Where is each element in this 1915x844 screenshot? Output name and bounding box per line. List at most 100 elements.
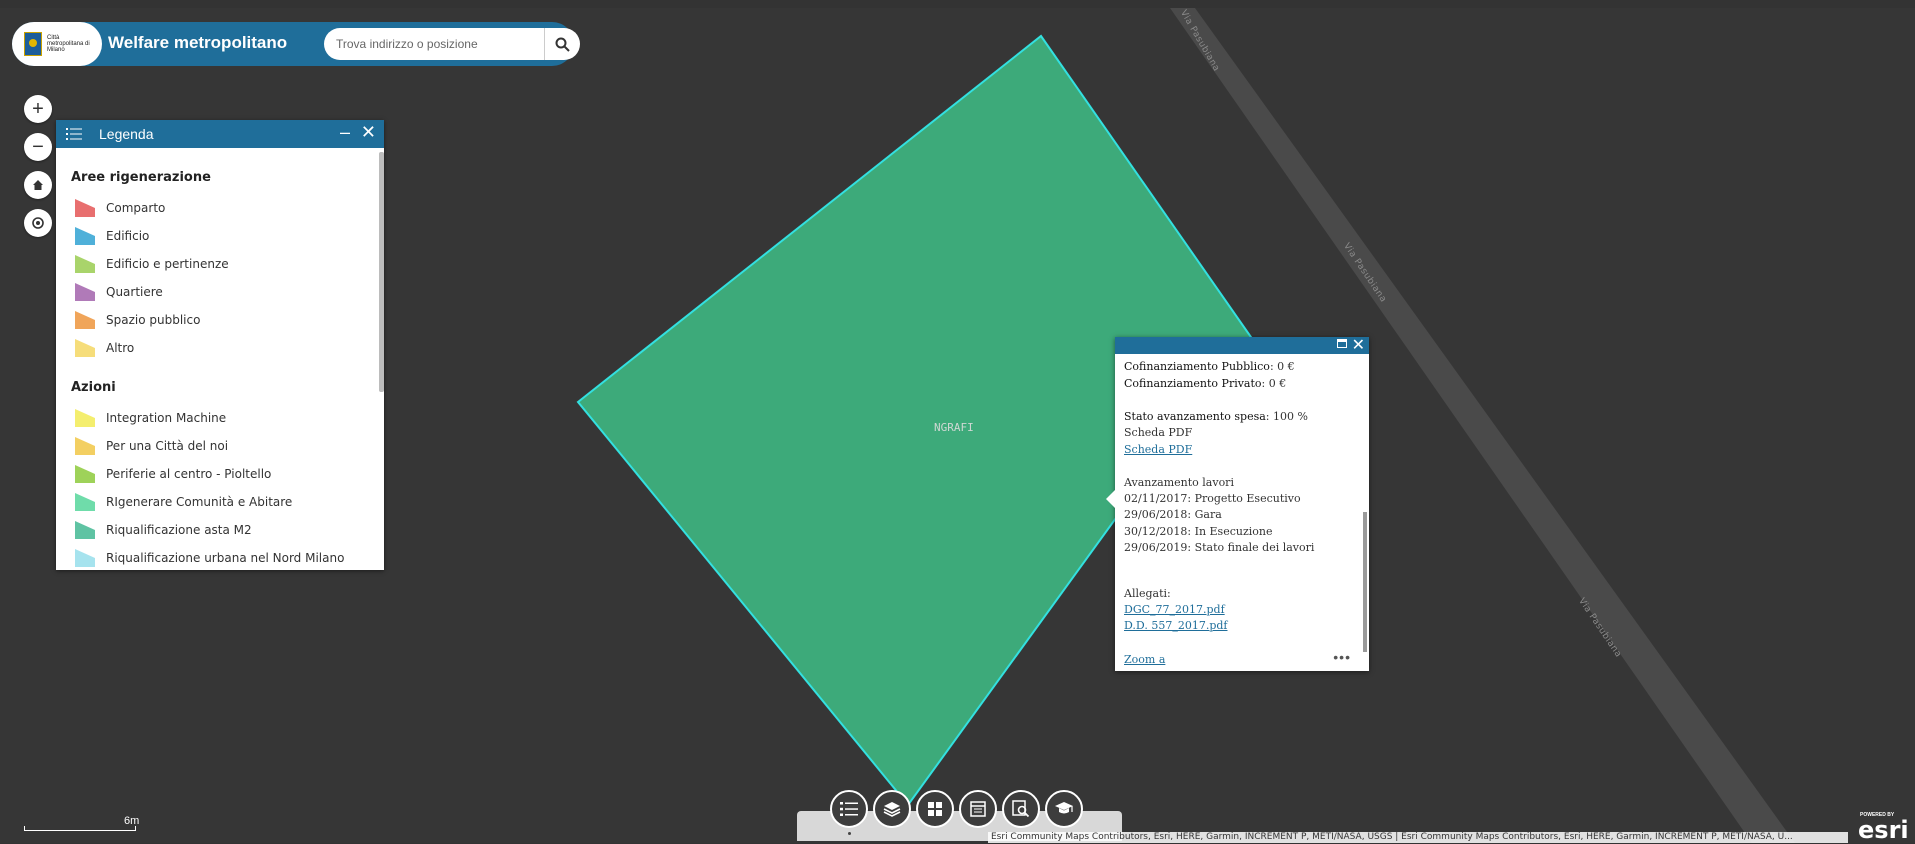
esri-logo: esri (1858, 816, 1909, 844)
locate-button[interactable] (24, 209, 52, 237)
legend-item: RIgenerare Comunità e Abitare (75, 492, 292, 512)
popup-scrollbar[interactable] (1363, 512, 1367, 652)
legend-item: Quartiere (75, 282, 163, 302)
parcel-label: NGRAFI (934, 421, 974, 434)
legend-item-label: RIgenerare Comunità e Abitare (106, 495, 293, 509)
legend-item-label: Riqualificazione urbana nel Nord Milano (106, 551, 345, 565)
legend-item: Comparto (75, 198, 165, 218)
legend-item-label: Spazio pubblico (106, 313, 201, 327)
maximize-icon[interactable] (1337, 339, 1347, 348)
legend-swatch (75, 339, 95, 357)
logo-text: Città metropolitana di Milano (47, 35, 90, 53)
avanzamento-item: 30/12/2018: In Esecuzione (1124, 525, 1273, 538)
legend-item: Spazio pubblico (75, 310, 200, 330)
legend-item-label: Periferie al centro - Pioltello (106, 467, 272, 481)
popup-titlebar: ✕ (1115, 337, 1369, 354)
about-tool-button[interactable] (1045, 790, 1083, 828)
legend-swatch (75, 437, 95, 455)
legend-content: Aree rigenerazione Comparto Edificio Edific… (56, 148, 378, 570)
legend-panel: Legenda – ✕ Aree rigenerazione Comparto Ed… (56, 120, 384, 570)
home-icon (33, 180, 43, 190)
legend-swatch (75, 199, 95, 217)
legend-swatch (75, 465, 95, 483)
allegato-link[interactable]: DGC_77_2017.pdf (1124, 603, 1225, 616)
legend-item: Per una Città del noi (75, 436, 228, 456)
close-icon[interactable]: ✕ (361, 122, 376, 143)
zoom-out-button[interactable]: − (24, 133, 52, 161)
search-input[interactable] (324, 28, 544, 60)
allegato-link[interactable]: D.D. 557_2017.pdf (1124, 619, 1228, 632)
legend-item: Edificio (75, 226, 149, 246)
more-icon[interactable]: ••• (1333, 649, 1351, 665)
stato-avanzamento: Stato avanzamento spesa: 100 % (1124, 410, 1308, 423)
allegato-row: DGC_77_2017.pdf (1124, 603, 1225, 616)
legend-item-label: Riqualificazione asta M2 (106, 523, 252, 537)
legend-title: Legenda (99, 126, 154, 142)
legend-tool-button[interactable] (830, 790, 868, 828)
legend-item-label: Comparto (106, 201, 166, 215)
legend-item-label: Edificio e pertinenze (106, 257, 229, 271)
table-icon (970, 801, 986, 817)
layers-icon (883, 802, 901, 817)
plus-icon: + (32, 97, 44, 120)
avanzamento-label: Avanzamento lavori (1124, 476, 1234, 489)
seal-icon (24, 32, 42, 56)
legend-scrollbar[interactable] (379, 152, 384, 392)
legend-swatch (75, 521, 95, 539)
logo[interactable]: Città metropolitana di Milano (12, 22, 102, 66)
legend-item-label: Altro (106, 341, 135, 355)
scheda-pdf-link[interactable]: Scheda PDF (1124, 443, 1192, 456)
search-icon (555, 37, 570, 52)
zoom-to-link[interactable]: Zoom a (1124, 653, 1165, 666)
legend-item-label: Integration Machine (106, 411, 227, 425)
legend-item-label: Quartiere (106, 285, 163, 299)
list-icon (66, 128, 82, 140)
app-header: Città metropolitana di Milano Welfare me… (12, 22, 580, 66)
legend-swatch (75, 549, 95, 567)
scheda-link-row: Scheda PDF (1124, 443, 1192, 456)
legend-item: Riqualificazione asta M2 (75, 520, 252, 540)
attribution: Esri Community Maps Contributors, Esri, … (988, 832, 1848, 843)
legend-swatch (75, 255, 95, 273)
allegati-label: Allegati: (1124, 587, 1171, 600)
app-title: Welfare metropolitano (108, 33, 288, 52)
legend-swatch (75, 227, 95, 245)
cofinanziamento-privato: Cofinanziamento Privato: 0 € (1124, 377, 1287, 390)
query-tool-button[interactable] (1002, 790, 1040, 828)
legend-item: Altro (75, 338, 134, 358)
home-button[interactable] (24, 171, 52, 199)
layers-tool-button[interactable] (873, 790, 911, 828)
popup-pointer (1106, 490, 1115, 508)
minus-icon: − (32, 135, 44, 158)
feature-popup: ✕ Cofinanziamento Pubblico: 0 € Cofinanz… (1106, 337, 1369, 671)
legend-section-title: Aree rigenerazione (71, 170, 211, 185)
legend-item: Riqualificazione urbana nel Nord Milano (75, 548, 344, 568)
graduation-cap-icon (1055, 802, 1073, 814)
table-tool-button[interactable] (959, 790, 997, 828)
legend-item-label: Edificio (106, 229, 150, 243)
legend-section-title: Azioni (71, 380, 116, 395)
legend-titlebar: Legenda – ✕ (56, 120, 384, 148)
legend-swatch (75, 409, 95, 427)
scheda-label: Scheda PDF (1124, 426, 1193, 439)
search-button[interactable] (544, 28, 580, 60)
cofinanziamento-pubblico: Cofinanziamento Pubblico: 0 € (1124, 360, 1295, 373)
basemap-tool-button[interactable] (916, 790, 954, 828)
legend-swatch (75, 283, 95, 301)
list-icon (840, 802, 858, 816)
close-icon[interactable]: ✕ (1352, 335, 1365, 355)
toolbar-indicator (848, 832, 851, 835)
legend-item: Integration Machine (75, 408, 226, 428)
zoom-row: Zoom a (1124, 653, 1165, 666)
query-icon (1012, 800, 1030, 818)
avanzamento-item: 29/06/2018: Gara (1124, 508, 1222, 521)
legend-item: Edificio e pertinenze (75, 254, 229, 274)
legend-item-label: Per una Città del noi (106, 439, 229, 453)
zoom-in-button[interactable]: + (24, 95, 52, 123)
grid-icon (928, 802, 942, 816)
avanzamento-item: 02/11/2017: Progetto Esecutivo (1124, 492, 1301, 505)
legend-swatch (75, 311, 95, 329)
allegato-row: D.D. 557_2017.pdf (1124, 619, 1228, 632)
minimize-icon[interactable]: – (340, 122, 350, 143)
locate-icon (32, 217, 44, 229)
